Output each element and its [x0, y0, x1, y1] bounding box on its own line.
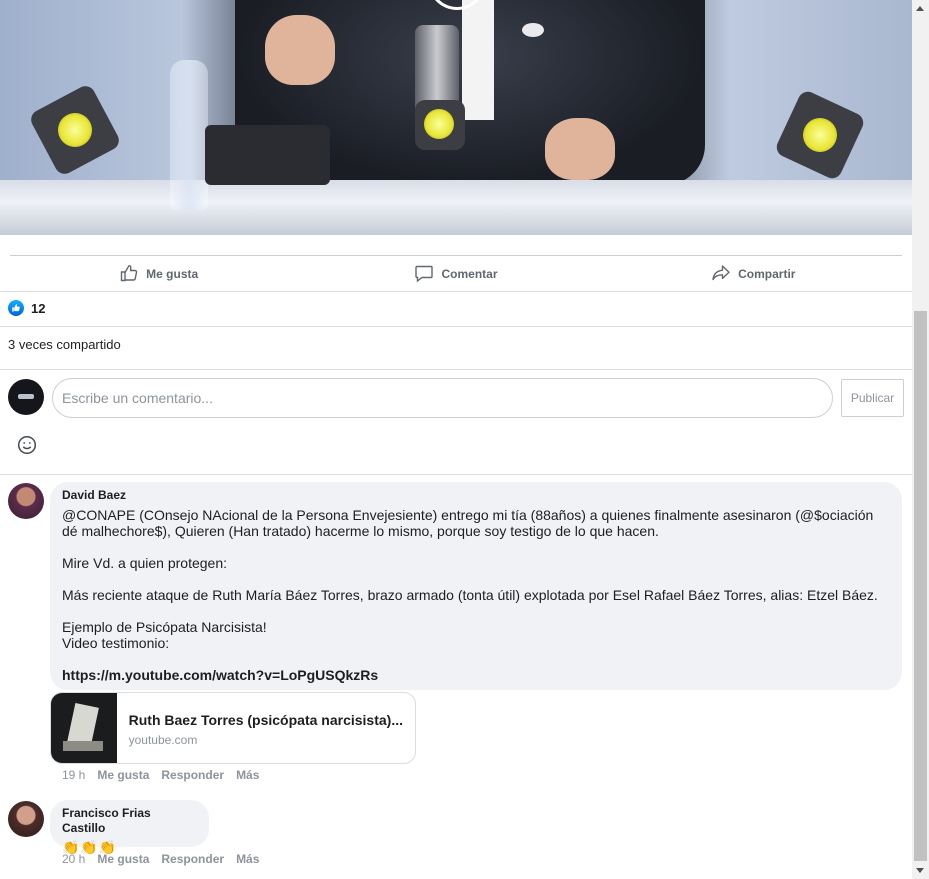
share-arrow-icon — [711, 263, 731, 286]
youtube-link[interactable]: https://m.youtube.com/watch?v=LoPgUSQkzR… — [62, 667, 890, 683]
share-count[interactable]: 3 veces compartido — [8, 337, 121, 352]
comment-button[interactable]: Comentar — [307, 256, 604, 292]
emoji-icon[interactable] — [17, 435, 37, 455]
link-preview-card[interactable]: Ruth Baez Torres (psicópata narcisista).… — [50, 692, 416, 764]
comment-reply-link[interactable]: Responder — [161, 768, 224, 782]
comment-more-link[interactable]: Más — [236, 768, 259, 782]
publish-button[interactable]: Publicar — [841, 379, 904, 417]
comment-timestamp[interactable]: 19 h — [62, 768, 85, 782]
comment-bubble: David Baez @CONAPE (COnsejo NAcional de … — [50, 482, 902, 690]
current-user-avatar — [8, 379, 44, 415]
comment-reply-link[interactable]: Responder — [161, 852, 224, 866]
divider — [0, 291, 912, 292]
link-preview-thumbnail — [51, 693, 117, 763]
comment-author[interactable]: David Baez — [62, 488, 890, 503]
divider — [0, 474, 912, 475]
comment-author[interactable]: Francisco Frias Castillo — [62, 806, 197, 836]
comment-input[interactable] — [52, 378, 833, 418]
share-button[interactable]: Compartir — [605, 256, 902, 292]
link-preview-title: Ruth Baez Torres (psicópata narcisista).… — [128, 712, 403, 728]
comment-bubble: Francisco Frias Castillo 👏👏👏 — [50, 800, 209, 855]
reaction-summary[interactable]: 12 — [8, 300, 45, 316]
comment-like-link[interactable]: Me gusta — [97, 768, 149, 782]
commenter-avatar[interactable] — [8, 483, 44, 519]
vertical-scrollbar[interactable] — [912, 0, 929, 879]
comment-actions: 19 h Me gusta Responder Más — [62, 768, 259, 782]
divider — [0, 369, 912, 370]
divider — [0, 326, 912, 327]
commenter-avatar[interactable] — [8, 801, 44, 837]
link-preview-domain: youtube.com — [128, 733, 198, 747]
thumbs-up-icon — [119, 263, 139, 286]
like-button[interactable]: Me gusta — [10, 256, 307, 292]
scroll-down-icon[interactable] — [916, 868, 924, 873]
comment-more-link[interactable]: Más — [236, 852, 259, 866]
comment-text: @CONAPE (COnsejo NAcional de la Persona … — [62, 507, 890, 683]
scrollbar-thumb[interactable] — [914, 311, 927, 861]
comment-bubble-icon — [414, 263, 434, 286]
post-action-bar: Me gusta Comentar Compartir — [10, 255, 902, 292]
scroll-up-icon[interactable] — [916, 6, 924, 11]
post-video[interactable] — [0, 0, 912, 235]
comment-timestamp[interactable]: 20 h — [62, 852, 85, 866]
like-reaction-icon — [8, 300, 24, 316]
comment-actions: 20 h Me gusta Responder Más — [62, 852, 259, 866]
post-page: Me gusta Comentar Compartir 12 3 veces c… — [0, 0, 912, 879]
comment-like-link[interactable]: Me gusta — [97, 852, 149, 866]
reaction-count: 12 — [31, 300, 46, 316]
